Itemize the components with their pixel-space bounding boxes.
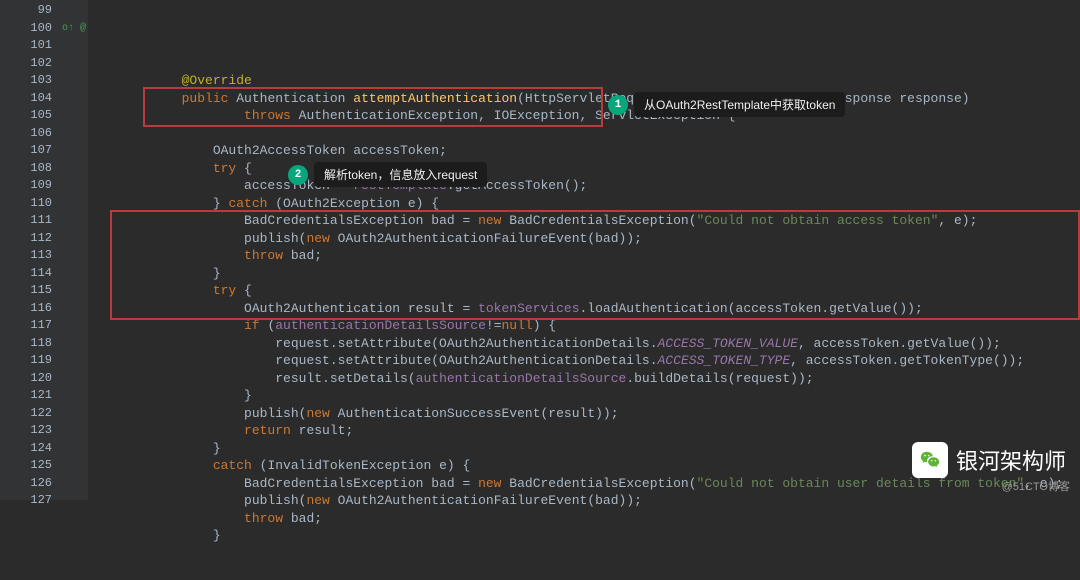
annotation-callout: 1 从OAuth2RestTemplate中获取token [608, 92, 845, 117]
line-number: 113 [0, 247, 52, 265]
code-line[interactable]: result.setDetails(authenticationDetailsS… [88, 370, 1080, 388]
gutter-icon-slot [60, 335, 88, 353]
gutter-icon-slot [60, 422, 88, 440]
code-line[interactable]: request.setAttribute(OAuth2Authenticatio… [88, 335, 1080, 353]
callout-text: 从OAuth2RestTemplate中获取token [634, 92, 845, 117]
gutter-icon-slot [60, 230, 88, 248]
code-line[interactable]: } catch (OAuth2Exception e) { [88, 195, 1080, 213]
gutter-icon-slot [60, 405, 88, 423]
gutter-icon-slot [60, 125, 88, 143]
gutter-icon-slot [60, 90, 88, 108]
brand-badge: 银河架构师 [912, 442, 1066, 478]
line-number: 114 [0, 265, 52, 283]
gutter-icon-slot [60, 300, 88, 318]
line-number: 100 [0, 20, 52, 38]
line-number: 105 [0, 107, 52, 125]
gutter-icon-slot [60, 370, 88, 388]
line-number: 124 [0, 440, 52, 458]
gutter-icon-slot [60, 247, 88, 265]
gutter-icon-slot [60, 2, 88, 20]
gutter-icon-slot [60, 195, 88, 213]
line-number: 111 [0, 212, 52, 230]
code-area[interactable]: @Override public Authentication attemptA… [88, 0, 1080, 500]
brand-text: 银河架构师 [956, 444, 1066, 476]
gutter-icon-slot [60, 55, 88, 73]
code-line[interactable] [88, 545, 1080, 563]
line-number: 102 [0, 55, 52, 73]
watermark-text: @51CTO博客 [1002, 478, 1070, 494]
gutter-icon-slot [60, 37, 88, 55]
wechat-icon [912, 442, 948, 478]
code-line[interactable]: try { [88, 160, 1080, 178]
code-line[interactable]: throws AuthenticationException, IOExcept… [88, 107, 1080, 125]
line-number: 112 [0, 230, 52, 248]
code-line[interactable]: request.setAttribute(OAuth2Authenticatio… [88, 352, 1080, 370]
gutter-icon-slot [60, 492, 88, 510]
override-gutter-icon: o↑ @ [60, 20, 88, 38]
gutter-icon-slot [60, 72, 88, 90]
line-number: 109 [0, 177, 52, 195]
line-number: 126 [0, 475, 52, 493]
gutter-icon-slot [60, 387, 88, 405]
line-number: 108 [0, 160, 52, 178]
line-number-gutter: 9910010110210310410510610710810911011111… [0, 0, 60, 500]
code-line[interactable] [88, 562, 1080, 580]
line-number: 121 [0, 387, 52, 405]
callout-text: 解析token，信息放入request [314, 162, 487, 187]
line-number: 103 [0, 72, 52, 90]
line-number: 120 [0, 370, 52, 388]
line-number: 117 [0, 317, 52, 335]
line-number: 127 [0, 492, 52, 510]
code-line[interactable]: throw bad; [88, 510, 1080, 528]
line-number: 99 [0, 2, 52, 20]
gutter-icon-slot [60, 352, 88, 370]
code-line[interactable] [88, 125, 1080, 143]
gutter-icon-slot [60, 265, 88, 283]
gutter-icon-slot [60, 177, 88, 195]
code-line[interactable]: return result; [88, 422, 1080, 440]
gutter-icon-slot [60, 457, 88, 475]
gutter-icon-slot [60, 440, 88, 458]
line-number: 118 [0, 335, 52, 353]
line-number: 107 [0, 142, 52, 160]
line-number: 125 [0, 457, 52, 475]
gutter-icon-slot [60, 160, 88, 178]
code-editor[interactable]: 9910010110210310410510610710810911011111… [0, 0, 1080, 500]
code-line[interactable]: public Authentication attemptAuthenticat… [88, 90, 1080, 108]
code-line[interactable]: OAuth2Authentication result = tokenServi… [88, 300, 1080, 318]
line-number: 116 [0, 300, 52, 318]
code-line[interactable]: if (authenticationDetailsSource!=null) { [88, 317, 1080, 335]
line-number: 104 [0, 90, 52, 108]
gutter-icon-slot [60, 317, 88, 335]
line-number: 106 [0, 125, 52, 143]
code-line[interactable]: publish(new OAuth2AuthenticationFailureE… [88, 230, 1080, 248]
code-line[interactable]: @Override [88, 72, 1080, 90]
gutter-icon-slot [60, 475, 88, 493]
code-line[interactable]: } [88, 527, 1080, 545]
code-line[interactable]: try { [88, 282, 1080, 300]
line-number: 123 [0, 422, 52, 440]
callout-number-badge: 2 [288, 165, 308, 185]
callout-number-badge: 1 [608, 95, 628, 115]
gutter-icon-slot [60, 282, 88, 300]
gutter-icon-slot [60, 107, 88, 125]
gutter-icon-slot [60, 212, 88, 230]
line-number: 110 [0, 195, 52, 213]
code-line[interactable]: accessToken = restTemplate.getAccessToke… [88, 177, 1080, 195]
line-number: 101 [0, 37, 52, 55]
annotation-callout: 2 解析token，信息放入request [288, 162, 487, 187]
code-line[interactable]: publish(new OAuth2AuthenticationFailureE… [88, 492, 1080, 510]
line-number: 115 [0, 282, 52, 300]
gutter-icon-column: o↑ @ [60, 0, 88, 500]
code-line[interactable]: throw bad; [88, 247, 1080, 265]
code-line[interactable]: BadCredentialsException bad = new BadCre… [88, 212, 1080, 230]
line-number: 119 [0, 352, 52, 370]
gutter-icon-slot [60, 142, 88, 160]
line-number: 122 [0, 405, 52, 423]
code-line[interactable]: } [88, 387, 1080, 405]
code-line[interactable]: } [88, 265, 1080, 283]
code-line[interactable]: publish(new AuthenticationSuccessEvent(r… [88, 405, 1080, 423]
code-line[interactable]: OAuth2AccessToken accessToken; [88, 142, 1080, 160]
